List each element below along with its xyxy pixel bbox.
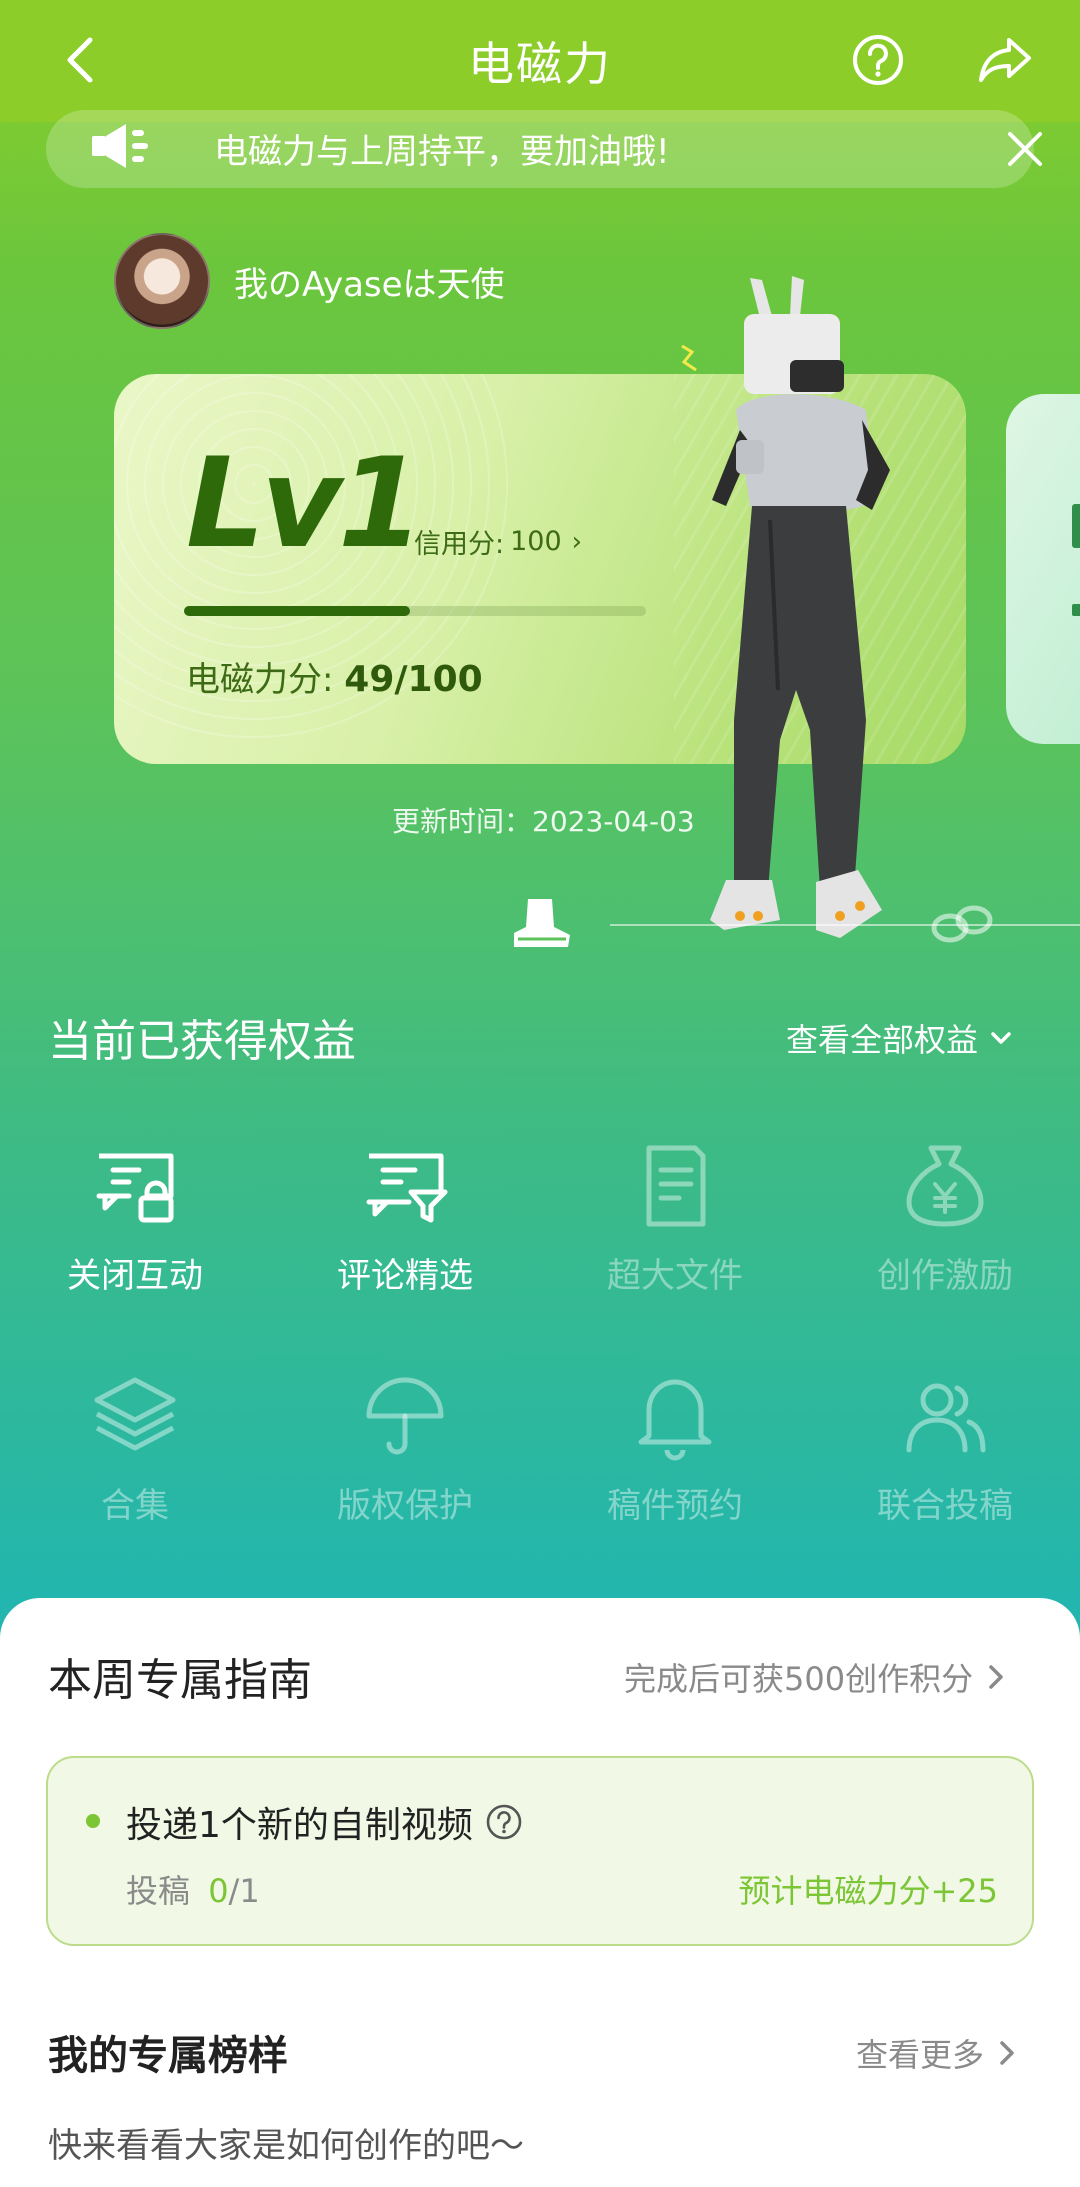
perk-label: 创作激励 bbox=[877, 1256, 1013, 1296]
credit-value: 100 bbox=[510, 526, 562, 557]
perk-label: 评论精选 bbox=[337, 1256, 473, 1296]
weekly-guide-title: 本周专属指南 bbox=[48, 1655, 312, 1706]
perk-label: 合集 bbox=[101, 1486, 169, 1526]
user-info: 我のAyaseは天使 bbox=[114, 233, 505, 329]
next-level-card[interactable] bbox=[1006, 394, 1080, 744]
role-models-more-label: 查看更多 bbox=[856, 2036, 985, 2074]
bell-icon bbox=[638, 1379, 712, 1461]
task-name: 投递1个新的自制视频 bbox=[126, 1796, 523, 1848]
perk-large-file[interactable]: 超大文件 bbox=[540, 1140, 810, 1297]
next-level-mark-small bbox=[1072, 604, 1080, 616]
page-title: 电磁力 bbox=[468, 37, 612, 91]
role-models-more-link[interactable]: 查看更多 bbox=[856, 2030, 1016, 2076]
notice-banner: 电磁力与上周持平，要加油哦! bbox=[46, 110, 1042, 188]
boot-icon bbox=[514, 899, 570, 947]
task-progress-total: /1 bbox=[228, 1872, 260, 1910]
perk-label: 版权保护 bbox=[337, 1486, 473, 1526]
task-progress-label: 投稿 bbox=[126, 1872, 191, 1910]
chevron-down-icon bbox=[991, 1032, 1011, 1044]
umbrella-icon bbox=[366, 1377, 444, 1455]
score-value: 49/100 bbox=[344, 659, 483, 700]
layers-icon bbox=[94, 1377, 176, 1451]
chevron-right-icon bbox=[989, 1665, 1003, 1689]
credit-score-link[interactable]: 信用分: 100 › bbox=[414, 522, 582, 561]
chat-filter-icon bbox=[366, 1153, 448, 1223]
avatar[interactable] bbox=[114, 233, 210, 329]
notice-text: 电磁力与上周持平，要加油哦! bbox=[214, 132, 670, 172]
perk-creation-incentive[interactable]: 创作激励 bbox=[810, 1140, 1080, 1297]
perk-label: 超大文件 bbox=[607, 1256, 743, 1296]
money-bag-icon bbox=[906, 1145, 984, 1227]
perk-label: 联合投稿 bbox=[877, 1486, 1013, 1526]
task-bullet bbox=[86, 1814, 100, 1828]
score-label: 电磁力分: bbox=[186, 660, 334, 700]
perk-reservation[interactable]: 稿件预约 bbox=[540, 1370, 810, 1527]
top-bar: 电磁力 bbox=[0, 0, 1080, 122]
guide-sheet: 本周专属指南 完成后可获500创作积分 投递1个新的自制视频 投稿 0/1 预计… bbox=[0, 1598, 1080, 2187]
help-circle-icon[interactable] bbox=[850, 32, 906, 88]
level-progress-bar bbox=[184, 606, 646, 616]
perk-copyright[interactable]: 版权保护 bbox=[270, 1370, 540, 1527]
chevron-right-icon bbox=[1000, 2041, 1014, 2065]
update-time: 更新时间：2023-04-03 bbox=[392, 805, 695, 838]
character-illustration bbox=[681, 276, 890, 938]
chain-icon bbox=[931, 905, 993, 943]
weekly-guide-link[interactable]: 完成后可获500创作积分 bbox=[624, 1654, 1005, 1700]
credit-label: 信用分: bbox=[414, 529, 505, 560]
view-all-benefits-link[interactable]: 查看全部权益 bbox=[786, 1015, 1014, 1061]
perk-label: 关闭互动 bbox=[67, 1256, 203, 1296]
task-progress-done: 0 bbox=[208, 1872, 229, 1910]
chevron-right-icon: › bbox=[571, 526, 583, 557]
benefits-title: 当前已获得权益 bbox=[48, 1016, 356, 1067]
task-progress: 投稿 0/1 bbox=[126, 1866, 260, 1912]
perk-collection[interactable]: 合集 bbox=[0, 1370, 270, 1527]
speaker-icon bbox=[92, 124, 148, 168]
task-name-text: 投递1个新的自制视频 bbox=[126, 1805, 473, 1846]
view-all-label: 查看全部权益 bbox=[786, 1021, 979, 1059]
username: 我のAyaseは天使 bbox=[234, 264, 505, 305]
perk-label: 稿件预约 bbox=[607, 1486, 743, 1526]
help-circle-icon[interactable] bbox=[485, 1803, 523, 1841]
close-icon[interactable] bbox=[1002, 126, 1048, 172]
role-models-desc: 快来看看大家是如何创作的吧～ bbox=[48, 2126, 524, 2166]
perk-comment-selection[interactable]: 评论精选 bbox=[270, 1140, 540, 1297]
level-track bbox=[610, 924, 1080, 926]
perk-close-interaction[interactable]: 关闭互动 bbox=[0, 1140, 270, 1297]
task-reward: 预计电磁力分+25 bbox=[738, 1872, 998, 1910]
role-models-title: 我的专属榜样 bbox=[48, 2033, 288, 2079]
task-card[interactable]: 投递1个新的自制视频 投稿 0/1 预计电磁力分+25 bbox=[46, 1756, 1034, 1946]
weekly-guide-link-label: 完成后可获500创作积分 bbox=[624, 1660, 974, 1698]
electromagnetic-score: 电磁力分: 49/100 bbox=[186, 652, 483, 701]
back-arrow-icon[interactable] bbox=[52, 30, 112, 90]
level-text: Lv1 bbox=[186, 432, 424, 576]
document-icon bbox=[646, 1145, 706, 1227]
next-level-mark bbox=[1072, 504, 1080, 548]
perk-joint-submission[interactable]: 联合投稿 bbox=[810, 1370, 1080, 1527]
users-icon bbox=[906, 1383, 986, 1453]
chat-lock-icon bbox=[96, 1153, 174, 1223]
level-progress-fill bbox=[184, 606, 411, 616]
share-icon[interactable] bbox=[975, 32, 1035, 88]
